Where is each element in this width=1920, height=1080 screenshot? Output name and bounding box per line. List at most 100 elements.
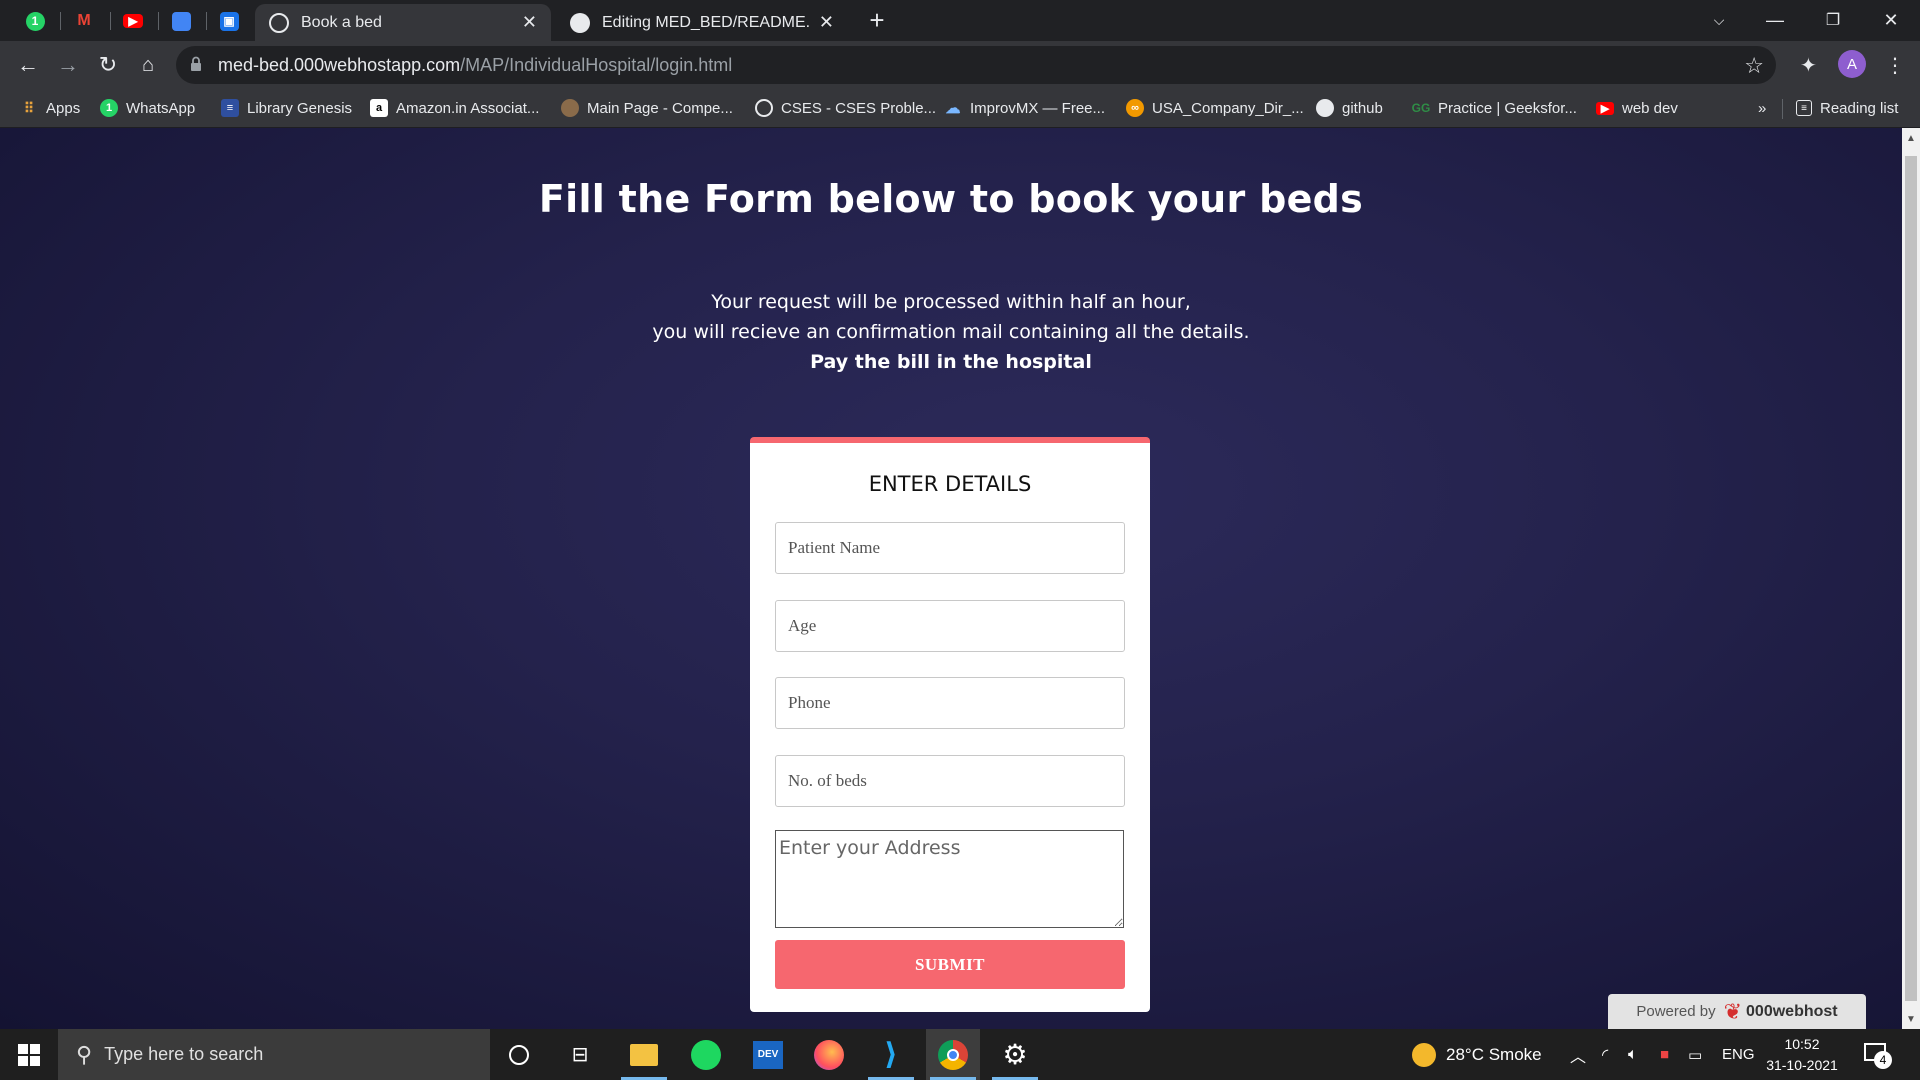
beds-count-input[interactable] <box>775 755 1125 807</box>
bookmark-cses[interactable]: CSES - CSES Proble... <box>755 97 936 119</box>
url-text: med-bed.000webhostapp.com/MAP/Individual… <box>218 55 732 76</box>
weather-widget[interactable]: 28°C Smoke <box>1412 1029 1542 1080</box>
age-input[interactable] <box>775 600 1125 652</box>
tab-separator <box>60 12 61 30</box>
spotify-icon <box>691 1039 721 1070</box>
pinned-tab-classroom[interactable]: ▣ <box>211 6 247 36</box>
globe-icon <box>755 99 773 117</box>
library-genesis-icon: ≡ <box>221 99 239 117</box>
bookmark-competitive-programming[interactable]: Main Page - Compe... <box>561 97 733 119</box>
company-dir-icon: ∞ <box>1126 99 1144 117</box>
scroll-down-arrow-icon[interactable]: ▼ <box>1906 1014 1916 1025</box>
close-window-button[interactable]: ✕ <box>1868 4 1914 36</box>
tab-github-readme[interactable]: Editing MED_BED/README.md at ✕ <box>556 4 848 41</box>
url-domain: med-bed.000webhostapp.com <box>218 55 461 75</box>
tab-search-chevron-icon[interactable]: ⌵ <box>1696 4 1742 36</box>
bookmark-library-genesis[interactable]: ≡ Library Genesis <box>221 97 352 119</box>
submit-button[interactable]: SUBMIT <box>775 940 1125 989</box>
url-path: /MAP/IndividualHospital/login.html <box>460 55 733 75</box>
back-button[interactable]: ← <box>12 49 44 81</box>
notification-center-button[interactable]: 4 <box>1862 1041 1892 1069</box>
improvmx-icon: ☁ <box>945 100 961 117</box>
clock-time: 10:52 <box>1784 1036 1820 1052</box>
booking-form-card: ENTER DETAILS SUBMIT <box>750 437 1150 1012</box>
scrollbar-thumb[interactable] <box>1905 156 1917 1001</box>
extensions-puzzle-icon[interactable]: ✦ <box>1800 53 1817 78</box>
amazon-icon: a <box>370 99 388 117</box>
battery-icon[interactable]: ▭ <box>1688 1029 1702 1080</box>
folder-icon <box>630 1043 658 1066</box>
cortana-button[interactable] <box>492 1029 546 1080</box>
taskbar-vscode[interactable]: ⟩ <box>864 1029 918 1080</box>
clock[interactable]: 10:52 31-10-2021 <box>1750 1034 1854 1076</box>
bookmark-company-dir[interactable]: ∞ USA_Company_Dir_... <box>1126 97 1304 119</box>
geeksforgeeks-icon: GG <box>1411 101 1431 115</box>
phone-input[interactable] <box>775 677 1125 729</box>
forward-button[interactable]: → <box>52 49 84 81</box>
chrome-icon <box>938 1039 968 1070</box>
start-button[interactable] <box>0 1029 58 1080</box>
info-text-line-2: you will recieve an confirmation mail co… <box>652 321 1250 343</box>
pinned-tab-docs[interactable] <box>163 6 199 36</box>
wifi-icon[interactable]: ◜ <box>1602 1029 1608 1080</box>
windows-logo-icon <box>18 1043 40 1066</box>
page-title: Fill the Form below to book your beds <box>538 177 1364 221</box>
taskbar-chrome[interactable] <box>926 1029 980 1080</box>
tray-chevron-up-icon[interactable]: ︿ <box>1570 1029 1586 1080</box>
tab-title: Book a bed <box>301 13 382 31</box>
bookmark-label: USA_Company_Dir_... <box>1152 99 1304 117</box>
bookmark-web-dev[interactable]: ▶ web dev <box>1596 97 1678 119</box>
restore-button[interactable]: ❐ <box>1810 4 1856 36</box>
bookmark-github[interactable]: github <box>1316 97 1383 119</box>
bookmark-label: Main Page - Compe... <box>587 99 733 117</box>
patient-name-input[interactable] <box>775 522 1125 574</box>
close-tab-icon[interactable]: ✕ <box>522 12 537 33</box>
weather-sun-icon <box>1412 1042 1436 1067</box>
bookmark-star-icon[interactable]: ☆ <box>1744 53 1764 79</box>
taskbar-file-explorer[interactable] <box>617 1029 671 1080</box>
close-tab-icon[interactable]: ✕ <box>819 12 834 33</box>
task-view-button[interactable]: ⊟ <box>553 1029 607 1080</box>
bookmark-geeksforgeeks[interactable]: GG Practice | Geeksfor... <box>1412 97 1577 119</box>
volume-icon[interactable]: 🔈︎ <box>1628 1029 1638 1080</box>
tab-book-a-bed[interactable]: Book a bed ✕ <box>255 4 551 41</box>
minimize-button[interactable]: — <box>1752 4 1798 36</box>
taskbar-firefox[interactable] <box>802 1029 856 1080</box>
clock-date: 31-10-2021 <box>1766 1057 1838 1073</box>
profile-avatar[interactable]: A <box>1838 50 1866 78</box>
classroom-icon: ▣ <box>219 11 239 31</box>
lock-icon <box>191 56 201 71</box>
bookmark-whatsapp[interactable]: 1 WhatsApp <box>100 97 195 119</box>
address-textarea[interactable] <box>775 830 1124 928</box>
powered-by-badge[interactable]: Powered by ❦ 000webhost <box>1608 994 1866 1029</box>
taskbar-settings[interactable]: ⚙ <box>988 1029 1042 1080</box>
bookmark-label: web dev <box>1622 99 1678 117</box>
bookmark-label: WhatsApp <box>126 99 196 117</box>
tab-separator <box>158 12 159 30</box>
reload-button[interactable]: ↻ <box>92 49 124 81</box>
taskbar-search-box[interactable]: ⚲ Type here to search <box>58 1029 490 1080</box>
pinned-tab-youtube[interactable]: ▶ <box>115 6 151 36</box>
pinned-tab-gmail[interactable]: M <box>66 6 102 36</box>
scroll-up-arrow-icon[interactable]: ▲ <box>1906 133 1916 144</box>
competitive-programming-icon <box>561 99 579 117</box>
address-bar[interactable]: med-bed.000webhostapp.com/MAP/Individual… <box>176 46 1776 84</box>
taskbar-dev[interactable]: DEV <box>741 1029 795 1080</box>
pinned-tab-whatsapp[interactable]: 1 <box>17 6 53 36</box>
new-tab-button[interactable]: + <box>857 4 897 36</box>
gmail-icon: M <box>77 12 91 29</box>
home-button[interactable]: ⌂ <box>132 49 164 81</box>
menu-kebab-icon[interactable]: ⋮ <box>1885 53 1905 78</box>
taskbar-spotify[interactable] <box>679 1029 733 1080</box>
reading-list-button[interactable]: ≡ Reading list <box>1796 97 1898 119</box>
antivirus-icon[interactable]: ■ <box>1660 1029 1669 1080</box>
whatsapp-icon: 1 <box>100 99 118 117</box>
bookmark-amazon[interactable]: a Amazon.in Associat... <box>370 97 539 119</box>
bookmarks-overflow-button[interactable]: » <box>1758 97 1766 119</box>
apps-grid-icon: ⠿ <box>23 99 35 116</box>
bookmark-label: Library Genesis <box>247 99 353 117</box>
bookmark-apps[interactable]: ⠿ Apps <box>20 97 80 119</box>
bookmark-label: Amazon.in Associat... <box>396 99 540 117</box>
page-scrollbar[interactable]: ▲ ▼ <box>1902 128 1920 1029</box>
bookmark-improvmx[interactable]: ☁ ImprovMX — Free... <box>944 97 1106 119</box>
